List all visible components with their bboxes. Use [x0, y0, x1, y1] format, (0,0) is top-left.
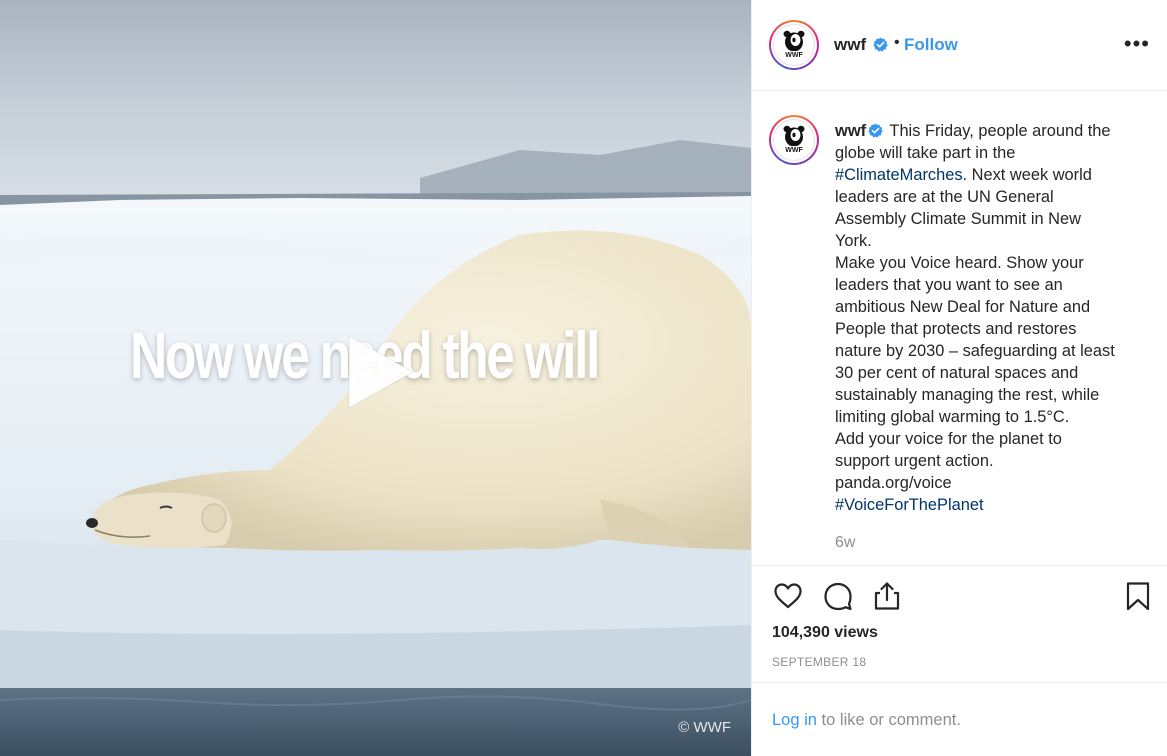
- post-author-username[interactable]: wwf: [834, 35, 866, 55]
- post-header: WWF wwf • Follow •••: [752, 0, 1167, 91]
- avatar[interactable]: WWF: [769, 20, 819, 70]
- caption-link: panda.org/voice: [835, 474, 952, 492]
- follow-button[interactable]: Follow: [904, 35, 958, 55]
- hashtag-link[interactable]: #VoiceForThePlanet: [835, 494, 1155, 516]
- login-prompt: Log in to like or comment.: [752, 682, 1167, 756]
- more-options-button[interactable]: •••: [1124, 33, 1150, 55]
- post-date[interactable]: SEPTEMBER 18: [772, 655, 866, 669]
- caption-text: People that protects and restores: [835, 320, 1077, 338]
- caption-text: 30 per cent of natural spaces and: [835, 364, 1079, 382]
- avatar[interactable]: WWF: [769, 115, 819, 165]
- caption-text: limiting global warming to 1.5°C.: [835, 408, 1070, 426]
- caption-text: nature by 2030 – safeguarding at least: [835, 342, 1115, 360]
- caption-text: globe will take part in the: [835, 144, 1016, 162]
- verified-badge-icon: [873, 37, 888, 52]
- view-count[interactable]: 104,390 views: [772, 624, 878, 642]
- caption-text: leaders are at the UN General: [835, 188, 1054, 206]
- separator-dot: •: [894, 34, 900, 51]
- post-timestamp[interactable]: 6w: [835, 534, 855, 552]
- share-icon[interactable]: [871, 580, 903, 612]
- caption-text: This Friday, people around the: [885, 122, 1111, 140]
- caption-text: support urgent action.: [835, 452, 994, 470]
- caption-text: leaders that you want to see an: [835, 276, 1063, 294]
- bookmark-icon[interactable]: [1122, 580, 1154, 612]
- caption-text: ambitious New Deal for Nature and: [835, 298, 1091, 316]
- hashtag-link[interactable]: #ClimateMarches: [835, 166, 963, 184]
- post-actions: 104,390 views SEPTEMBER 18: [752, 565, 1167, 685]
- play-icon[interactable]: [335, 330, 419, 414]
- heart-icon[interactable]: [772, 580, 804, 612]
- caption-author-username[interactable]: wwf: [835, 122, 866, 140]
- login-link[interactable]: Log in: [772, 711, 817, 729]
- svg-text:WWF: WWF: [785, 147, 803, 154]
- wwf-panda-logo-icon: WWF: [773, 119, 815, 161]
- post-details-panel: WWF wwf • Follow ••• WWF wwf This Friday…: [751, 0, 1167, 756]
- caption-text: Assembly Climate Summit in New: [835, 210, 1081, 228]
- caption-text: . Next week world: [962, 166, 1092, 184]
- post-media-video[interactable]: Now we need the will © WWF: [0, 0, 751, 756]
- caption-text: Add your voice for the planet to: [835, 430, 1062, 448]
- wwf-panda-logo-icon: WWF: [773, 24, 815, 66]
- video-overlay-caption: Now we need the will: [130, 318, 600, 392]
- comment-icon[interactable]: [822, 580, 854, 612]
- post-caption: wwf This Friday, people around the globe…: [835, 120, 1155, 516]
- login-prompt-text: Log in to like or comment.: [772, 711, 961, 730]
- verified-badge-icon: [868, 123, 883, 138]
- caption-text: York.: [835, 232, 872, 250]
- caption-text: Make you Voice heard. Show your: [835, 254, 1084, 272]
- svg-text:WWF: WWF: [785, 52, 803, 59]
- login-prompt-rest: to like or comment.: [816, 711, 961, 729]
- caption-section: WWF wwf This Friday, people around the g…: [752, 91, 1167, 565]
- caption-text: sustainably managing the rest, while: [835, 386, 1100, 404]
- copyright-watermark: © WWF: [678, 719, 731, 736]
